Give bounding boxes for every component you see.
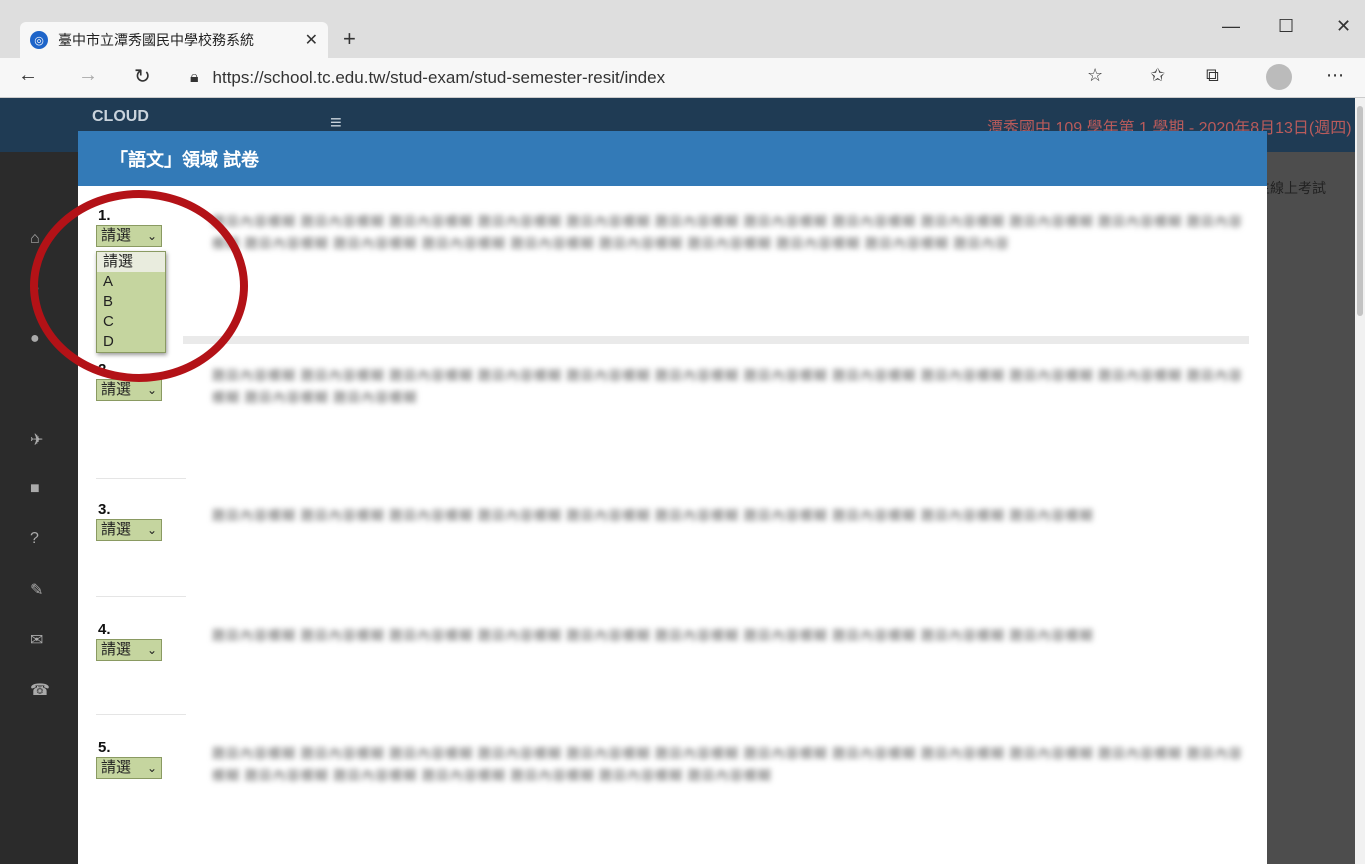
modal-title: 「語文」領域 試卷 <box>110 149 260 170</box>
chevron-down-icon: ⌄ <box>146 383 157 397</box>
question-number: 4. <box>98 621 111 638</box>
collections-icon[interactable]: ⧉ <box>1206 65 1219 86</box>
sidebar-item-8[interactable]: ✉ <box>30 630 43 650</box>
sidebar-item-4[interactable]: ✈ <box>30 430 43 450</box>
answer-select[interactable]: 請選 ⌄ <box>96 379 162 401</box>
url-text: https://school.tc.edu.tw/stud-exam/stud-… <box>212 68 666 87</box>
question-divider <box>183 336 1249 344</box>
more-menu-icon[interactable]: ⋯ <box>1326 65 1344 86</box>
browser-tab[interactable]: ◎ 臺中市立潭秀國民中學校務系統 ✕ <box>20 22 328 58</box>
scrollbar-thumb[interactable] <box>1357 106 1363 316</box>
chevron-down-icon: ⌄ <box>146 761 157 775</box>
chevron-down-icon: ⌄ <box>146 643 157 657</box>
sidebar-item-3[interactable]: ● <box>30 330 40 348</box>
close-tab-icon[interactable]: ✕ <box>305 30 318 50</box>
answer-select[interactable]: 請選 ⌄ <box>96 639 162 661</box>
forward-icon[interactable]: → <box>78 64 98 87</box>
site-favicon-icon: ◎ <box>30 31 48 49</box>
window-close-button[interactable]: ✕ <box>1336 16 1351 37</box>
question-text: 題目內容模糊 題目內容模糊 題目內容模糊 題目內容模糊 題目內容模糊 題目內容模… <box>212 508 1094 523</box>
sidebar-item-7[interactable]: ✎ <box>30 580 43 600</box>
browser-window: ◎ 臺中市立潭秀國民中學校務系統 ✕ + — ☐ ✕ ← → ↻ 🔒︎ http… <box>0 0 1365 864</box>
question-text: 題目內容模糊 題目內容模糊 題目內容模糊 題目內容模糊 題目內容模糊 題目內容模… <box>212 628 1094 643</box>
question-text: 題目內容模糊 題目內容模糊 題目內容模糊 題目內容模糊 題目內容模糊 題目內容模… <box>212 214 1243 251</box>
favorite-star-icon[interactable]: ☆ <box>1087 65 1103 86</box>
maximize-button[interactable]: ☐ <box>1278 16 1294 37</box>
url-field[interactable]: 🔒︎ https://school.tc.edu.tw/stud-exam/st… <box>190 62 1110 94</box>
separator <box>96 714 186 715</box>
exam-modal: 「語文」領域 試卷 1. 請選 ⌄ 題目內容模糊 題目內容模糊 題目內容模糊 題目… <box>78 131 1267 864</box>
question-number: 5. <box>98 739 111 756</box>
lock-icon: 🔒︎ <box>190 69 199 86</box>
refresh-icon[interactable]: ↻ <box>134 64 151 89</box>
question-text: 題目內容模糊 題目內容模糊 題目內容模糊 題目內容模糊 題目內容模糊 題目內容模… <box>212 746 1243 783</box>
page-scrollbar[interactable] <box>1355 98 1365 864</box>
sidebar-item-6[interactable]: ? <box>30 530 39 548</box>
question-number: 3. <box>98 501 111 518</box>
profile-avatar[interactable] <box>1266 64 1292 90</box>
site-logo: CLOUD <box>92 108 149 125</box>
question-text: 題目內容模糊 題目內容模糊 題目內容模糊 題目內容模糊 題目內容模糊 題目內容模… <box>212 368 1243 405</box>
answer-select[interactable]: 請選 ⌄ <box>96 757 162 779</box>
sidebar-item-home[interactable]: ⌂ <box>30 230 40 248</box>
separator <box>96 596 186 597</box>
separator <box>96 478 186 479</box>
back-icon[interactable]: ← <box>18 64 38 87</box>
tab-bar: ◎ 臺中市立潭秀國民中學校務系統 ✕ + — ☐ ✕ <box>0 0 1365 58</box>
modal-header: 「語文」領域 試卷 <box>78 131 1267 186</box>
chevron-down-icon: ⌄ <box>146 523 157 537</box>
sidebar-item-9[interactable]: ☎ <box>30 680 50 700</box>
answer-select[interactable]: 請選 ⌄ <box>96 519 162 541</box>
new-tab-button[interactable]: + <box>343 26 356 52</box>
red-highlight-circle <box>30 190 248 382</box>
minimize-button[interactable]: — <box>1222 16 1240 37</box>
address-bar: ← → ↻ 🔒︎ https://school.tc.edu.tw/stud-e… <box>0 58 1365 98</box>
sidebar-item-5[interactable]: ■ <box>30 480 40 498</box>
tab-title: 臺中市立潭秀國民中學校務系統 <box>58 32 254 48</box>
favorites-list-icon[interactable]: ✩ <box>1150 65 1165 86</box>
